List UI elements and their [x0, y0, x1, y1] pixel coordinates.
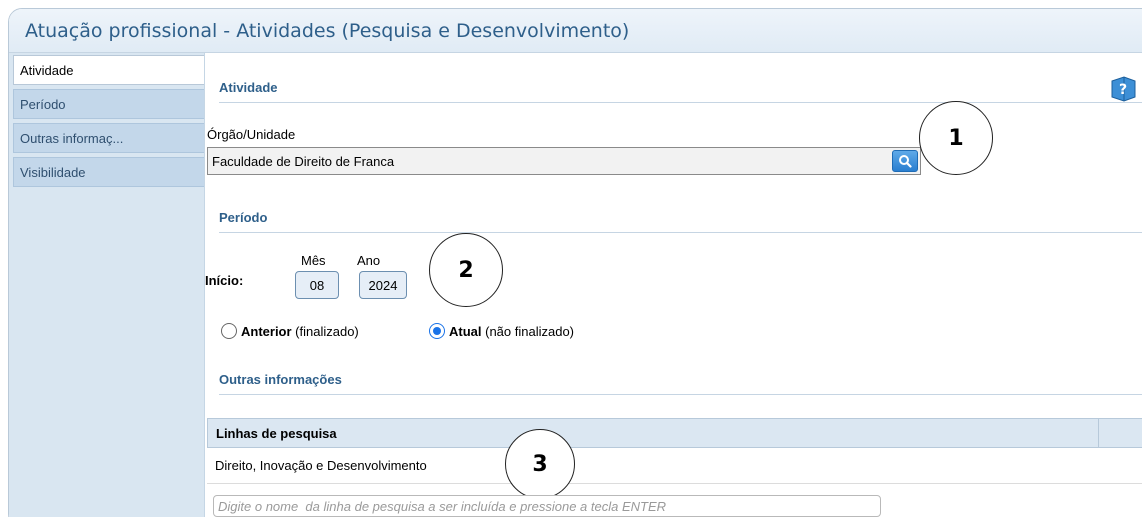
tab-visibilidade[interactable]: Visibilidade [13, 157, 204, 187]
svg-text:?: ? [1119, 82, 1127, 98]
radio-atual[interactable] [429, 323, 445, 339]
form-content: Atividade ? Órgão/Unidade Faculdade de D… [205, 53, 1142, 517]
anterior-label: Anterior (finalizado) [241, 324, 359, 339]
ano-input[interactable]: 2024 [359, 271, 407, 299]
tab-periodo[interactable]: Período [13, 89, 204, 119]
orgao-unidade-field[interactable]: Faculdade de Direito de Franca [207, 147, 921, 175]
atual-label: Atual (não finalizado) [449, 324, 574, 339]
callout-2: 2 [429, 233, 503, 307]
window: Atuação profissional - Atividades (Pesqu… [8, 8, 1142, 517]
tab-atividade[interactable]: Atividade [13, 55, 204, 85]
tab-outras-informacoes[interactable]: Outras informaç... [13, 123, 204, 153]
orgao-unidade-value: Faculdade de Direito de Franca [212, 153, 395, 169]
section-outras-title: Outras informações [219, 365, 1142, 395]
callout-1: 1 [919, 101, 993, 175]
search-icon [899, 155, 912, 168]
linha-pesquisa-input[interactable] [213, 495, 881, 517]
mes-label: Mês [301, 253, 326, 268]
search-button[interactable] [892, 150, 918, 172]
linhas-pesquisa-header: Linhas de pesquisa [207, 418, 1142, 448]
table-row[interactable]: Direito, Inovação e Desenvolvimento [207, 448, 1142, 484]
column-separator [1098, 419, 1099, 447]
orgao-unidade-label: Órgão/Unidade [207, 127, 296, 142]
mes-input[interactable]: 08 [295, 271, 339, 299]
inicio-label: Início: [205, 273, 244, 288]
linhas-pesquisa-header-label: Linhas de pesquisa [216, 425, 337, 441]
sidebar-tabs: Atividade Período Outras informaç... Vis… [9, 53, 205, 517]
ano-label: Ano [357, 253, 381, 268]
linha-pesquisa-item: Direito, Inovação e Desenvolvimento [215, 458, 427, 473]
window-title: Atuação profissional - Atividades (Pesqu… [9, 9, 1142, 53]
section-periodo-title: Período [219, 203, 1142, 233]
callout-3: 3 [505, 429, 575, 499]
help-book-icon[interactable]: ? [1108, 73, 1138, 103]
radio-anterior[interactable] [221, 323, 237, 339]
section-atividade-title: Atividade [219, 73, 1142, 103]
